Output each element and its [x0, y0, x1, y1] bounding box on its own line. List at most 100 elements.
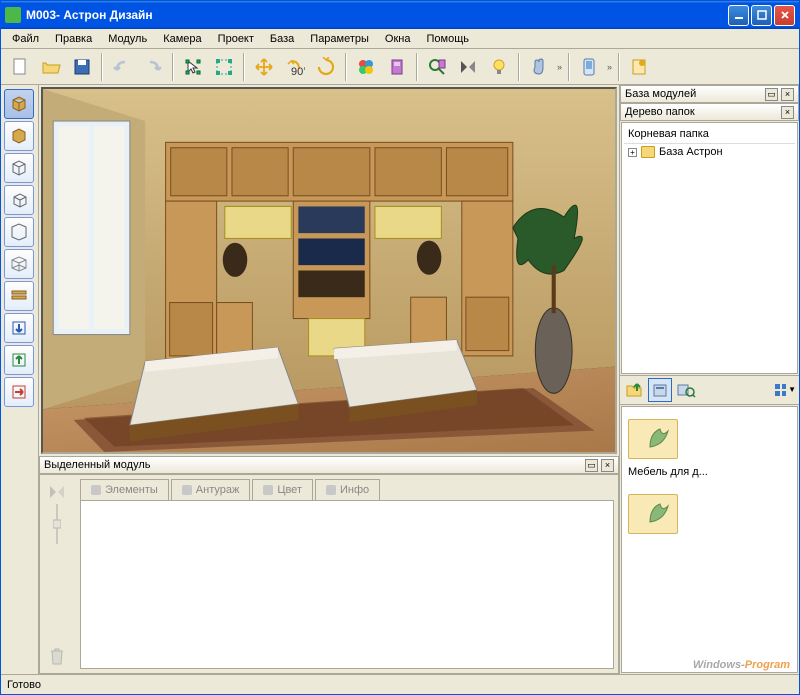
redo-button[interactable]: [138, 52, 168, 82]
maximize-icon: [757, 10, 767, 20]
select-box-icon: [215, 58, 233, 76]
move-icon: [254, 57, 274, 77]
thumb-label: Мебель для д...: [628, 463, 708, 478]
bottom-sidebar: [40, 475, 76, 673]
bottom-panel: Выделенный модуль ▭ × Эл: [39, 456, 619, 674]
rotate-button[interactable]: [311, 52, 341, 82]
box-solid-button[interactable]: [4, 121, 34, 151]
menu-help[interactable]: Помощь: [419, 31, 476, 47]
hand-button[interactable]: [524, 52, 554, 82]
wireframe-button[interactable]: [4, 249, 34, 279]
status-text: Готово: [7, 679, 41, 691]
tab-label: Инфо: [340, 484, 369, 496]
view-mode-button[interactable]: ▼: [773, 378, 797, 402]
center-column: Выделенный модуль ▭ × Эл: [39, 85, 619, 674]
primitive-generic-button[interactable]: [4, 89, 34, 119]
palette-button[interactable]: [351, 52, 381, 82]
thumb-item[interactable]: [628, 488, 708, 538]
leaf-icon: [646, 502, 674, 530]
lightbulb-button[interactable]: [484, 52, 514, 82]
redo-icon: [142, 58, 164, 76]
menu-project[interactable]: Проект: [211, 31, 261, 47]
server-search-button[interactable]: [674, 378, 698, 402]
tab-row: Элементы Антураж Цвет Инфо: [80, 479, 614, 501]
thumb-item[interactable]: Мебель для д...: [628, 413, 708, 478]
shelf-button[interactable]: [4, 281, 34, 311]
menu-file[interactable]: Файл: [5, 31, 46, 47]
left-toolbar: [1, 85, 39, 674]
select-box-button[interactable]: [209, 52, 239, 82]
chevron-icon[interactable]: »: [605, 62, 614, 72]
leaf-icon: [646, 427, 674, 455]
arrow-up-button[interactable]: [4, 345, 34, 375]
menubar: Файл Правка Модуль Камера Проект База Па…: [1, 29, 799, 49]
panel-close-button[interactable]: ×: [601, 459, 614, 472]
tab-icon: [263, 485, 273, 495]
tab-icon: [182, 485, 192, 495]
folder-tree[interactable]: Корневая папка + База Астрон: [621, 122, 798, 374]
arrow-right-button[interactable]: [4, 377, 34, 407]
selected-module-header[interactable]: Выделенный модуль ▭ ×: [39, 456, 619, 474]
slider-icon: [53, 504, 61, 544]
close-button[interactable]: [774, 5, 795, 26]
menu-module[interactable]: Модуль: [101, 31, 154, 47]
cube-back-button[interactable]: [4, 185, 34, 215]
cylinder-button[interactable]: [4, 217, 34, 247]
magnify-button[interactable]: [422, 52, 452, 82]
panel-close-button[interactable]: ×: [781, 106, 794, 119]
chevron-icon[interactable]: »: [555, 62, 564, 72]
thumbnails-area[interactable]: Мебель для д...: [621, 406, 798, 674]
cube-generic-icon: [9, 94, 29, 114]
panel-dock-button[interactable]: ▭: [585, 459, 598, 472]
menu-edit[interactable]: Правка: [48, 31, 99, 47]
export-button[interactable]: [624, 52, 654, 82]
trash-button[interactable]: [44, 643, 70, 669]
tree-item[interactable]: + База Астрон: [624, 144, 795, 160]
open-button[interactable]: [36, 52, 66, 82]
expand-icon[interactable]: +: [628, 148, 637, 157]
save-icon: [72, 57, 92, 77]
tab-info[interactable]: Инфо: [315, 479, 380, 500]
menu-windows[interactable]: Окна: [378, 31, 418, 47]
undo-button[interactable]: [107, 52, 137, 82]
tab-content: [80, 501, 614, 669]
chevron-down-icon: ▼: [788, 385, 796, 394]
cube-front-button[interactable]: [4, 153, 34, 183]
folder-tree-header[interactable]: Дерево папок ×: [620, 103, 799, 121]
arrow-down-button[interactable]: [4, 313, 34, 343]
maximize-button[interactable]: [751, 5, 772, 26]
tab-entourage[interactable]: Антураж: [171, 479, 251, 500]
mirror-module-button[interactable]: [44, 479, 70, 505]
shelf-icon: [9, 286, 29, 306]
phone-icon: [581, 57, 597, 77]
door-button[interactable]: [382, 52, 412, 82]
phone-button[interactable]: [574, 52, 604, 82]
rotate-90-button[interactable]: 90°: [280, 52, 310, 82]
up-folder-button[interactable]: [622, 378, 646, 402]
palette-icon: [356, 57, 376, 77]
mirror-button[interactable]: [453, 52, 483, 82]
tab-icon: [91, 485, 101, 495]
menu-base[interactable]: База: [263, 31, 301, 47]
cube-wire2-icon: [9, 190, 29, 210]
new-file-button[interactable]: [5, 52, 35, 82]
watermark: Windows-Program: [693, 653, 790, 673]
hand-icon: [529, 57, 549, 77]
export-icon: [629, 57, 649, 77]
module-base-header[interactable]: База модулей ▭ ×: [620, 85, 799, 103]
minimize-button[interactable]: [728, 5, 749, 26]
pointer-button[interactable]: [178, 52, 208, 82]
tab-color[interactable]: Цвет: [252, 479, 313, 500]
menu-params[interactable]: Параметры: [303, 31, 376, 47]
move-button[interactable]: [249, 52, 279, 82]
tree-panel: Корневая папка + База Астрон: [620, 121, 799, 375]
save-button[interactable]: [67, 52, 97, 82]
slider-button[interactable]: [44, 511, 70, 537]
panel-dock-button[interactable]: ▭: [765, 88, 778, 101]
panel-close-button[interactable]: ×: [781, 88, 794, 101]
3d-viewport[interactable]: [41, 87, 617, 454]
menu-camera[interactable]: Камера: [156, 31, 208, 47]
tab-elements[interactable]: Элементы: [80, 479, 169, 500]
server1-button[interactable]: [648, 378, 672, 402]
titlebar[interactable]: M003- Астрон Дизайн: [1, 1, 799, 29]
